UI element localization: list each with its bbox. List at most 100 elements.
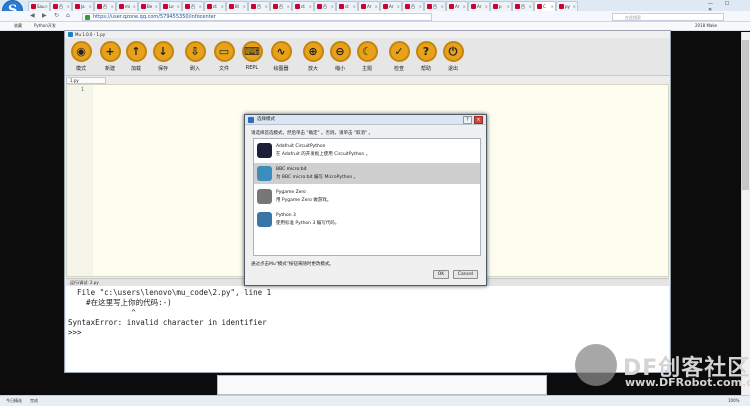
theme-button[interactable]: ☾ 主题 [355, 41, 379, 72]
favicon-icon [141, 4, 146, 9]
load-button[interactable]: ↑ 加载 [124, 41, 148, 72]
save-button[interactable]: ↓ 保存 [151, 41, 175, 72]
tab-close-icon[interactable]: × [463, 2, 466, 11]
browser-tab[interactable]: 百 × [248, 1, 270, 11]
bookmark-item[interactable]: 2018 Make [695, 23, 717, 28]
browser-tab[interactable]: 百 × [182, 1, 204, 11]
file-tab[interactable]: 1.py [66, 77, 106, 84]
window-controls[interactable]: — ☐ ✕ [708, 1, 746, 13]
browser-tab[interactable]: Ar × [468, 1, 490, 11]
tab-close-icon[interactable]: × [507, 2, 510, 11]
tab-close-icon[interactable]: × [265, 2, 268, 11]
help-icon[interactable]: ? [463, 116, 472, 124]
browser-tab[interactable]: 百 × [424, 1, 446, 11]
new-button[interactable]: + 新建 [98, 41, 122, 72]
ok-button[interactable]: OK [433, 270, 449, 279]
tab-close-icon[interactable]: × [199, 2, 202, 11]
tab-close-icon[interactable]: × [89, 2, 92, 11]
cancel-button[interactable]: Cancel [453, 270, 478, 279]
browser-tab[interactable]: Bl × [226, 1, 248, 11]
help-button[interactable]: ? 帮助 [414, 41, 438, 72]
tab-close-icon[interactable]: × [287, 2, 290, 11]
close-icon[interactable]: × [474, 116, 483, 124]
search-input[interactable]: 在此搜索 [612, 13, 724, 21]
tab-close-icon[interactable]: × [177, 2, 180, 11]
browser-tab[interactable]: Be × [138, 1, 160, 11]
favicon-icon [53, 4, 58, 9]
tab-close-icon[interactable]: × [221, 2, 224, 11]
bookmark-item[interactable]: Python开发 [34, 23, 56, 29]
browser-tab[interactable]: 百 × [314, 1, 336, 11]
mode-icon [257, 143, 272, 158]
browser-tab[interactable]: mi × [116, 1, 138, 11]
back-icon[interactable]: ◀ [30, 12, 35, 19]
mode-item[interactable]: Python 3 使用标准 Python 3 编写代码。 [254, 209, 480, 230]
tab-close-icon[interactable]: × [529, 2, 532, 11]
tab-close-icon[interactable]: × [67, 2, 70, 11]
browser-tab[interactable]: 百 × [512, 1, 534, 11]
mode-item[interactable]: Pygame Zero 用 Pygame Zero 做游戏。 [254, 186, 480, 207]
mode-list[interactable]: Adafruit CircuitPython 在 Adafruit 的开发板上使用… [253, 138, 481, 256]
browser-tab[interactable]: Ar × [446, 1, 468, 11]
flash-button[interactable]: ⇩ 刷入 [183, 41, 207, 72]
browser-tab[interactable]: Sau × [28, 1, 50, 11]
tab-close-icon[interactable]: × [573, 2, 576, 11]
flash-icon: ⇩ [184, 41, 206, 62]
browser-tab[interactable]: p × [490, 1, 512, 11]
browser-tab[interactable]: 百 × [402, 1, 424, 11]
browser-tab[interactable]: Ar × [358, 1, 380, 11]
home-icon[interactable]: ⌂ [66, 12, 70, 19]
tab-close-icon[interactable]: × [45, 2, 48, 11]
url-field[interactable]: https://user.qzone.qq.com/579455350/info… [82, 13, 432, 21]
mode-item[interactable]: BBC micro:bit 为 BBC micro:bit 编写 MicroPyt… [254, 163, 480, 184]
tab-close-icon[interactable]: × [111, 2, 114, 11]
zoom-in-button[interactable]: ⊕ 放大 [301, 41, 325, 72]
browser-tab[interactable]: py × [556, 1, 578, 11]
tab-close-icon[interactable]: × [353, 2, 356, 11]
quit-button[interactable]: ⏻ 退出 [441, 41, 465, 72]
tab-close-icon[interactable]: × [485, 2, 488, 11]
browser-tab[interactable]: ct × [336, 1, 358, 11]
mode-item[interactable]: Adafruit CircuitPython 在 Adafruit 的开发板上使用… [254, 140, 480, 161]
mode-button[interactable]: ◉ 模式 [69, 41, 93, 72]
toolbar-label: 保存 [157, 66, 168, 72]
tab-close-icon[interactable]: × [133, 2, 136, 11]
browser-tab[interactable]: Le × [160, 1, 182, 11]
browser-tab[interactable]: Ja × [72, 1, 94, 11]
browser-tab[interactable]: C × [534, 1, 556, 11]
tab-close-icon[interactable]: × [309, 2, 312, 11]
repl-button[interactable]: ⌨ REPL [240, 41, 264, 71]
zoom-level[interactable]: 100% [728, 398, 739, 403]
tab-label: 百 [103, 4, 107, 9]
tab-close-icon[interactable]: × [419, 2, 422, 11]
bookmark-item[interactable]: 收藏 [14, 23, 22, 29]
browser-tab[interactable]: Ar × [380, 1, 402, 11]
repl-line: #在这里写上你的代码:-) [68, 298, 172, 307]
scrollbar-thumb[interactable] [742, 40, 749, 190]
tab-close-icon[interactable]: × [441, 2, 444, 11]
tab-close-icon[interactable]: × [551, 2, 554, 11]
tab-close-icon[interactable]: × [331, 2, 334, 11]
forward-icon[interactable]: ▶ [42, 12, 47, 19]
new-icon: + [99, 41, 121, 62]
browser-tab[interactable]: ct × [292, 1, 314, 11]
plotter-icon: ∿ [270, 41, 292, 62]
tab-label: Ar [389, 4, 394, 9]
tab-close-icon[interactable]: × [375, 2, 378, 11]
background-page-fragment [217, 375, 547, 395]
browser-tab[interactable]: 百 × [50, 1, 72, 11]
browser-tab[interactable]: 百 × [270, 1, 292, 11]
toolbar-label: 绘图器 [273, 66, 289, 72]
plotter-button[interactable]: ∿ 绘图器 [269, 41, 293, 72]
status-news[interactable]: 今日精选 [6, 398, 22, 404]
zoom-out-button[interactable]: ⊖ 缩小 [328, 41, 352, 72]
browser-tab[interactable]: ct × [204, 1, 226, 11]
refresh-icon[interactable]: ↻ [54, 12, 59, 19]
tab-close-icon[interactable]: × [243, 2, 246, 11]
browser-tab[interactable]: 百 × [94, 1, 116, 11]
files-button[interactable]: ▭ 文件 [212, 41, 236, 72]
favicon-icon [207, 4, 212, 9]
tab-close-icon[interactable]: × [155, 2, 158, 11]
tab-close-icon[interactable]: × [397, 2, 400, 11]
check-button[interactable]: ✓ 检查 [387, 41, 411, 72]
